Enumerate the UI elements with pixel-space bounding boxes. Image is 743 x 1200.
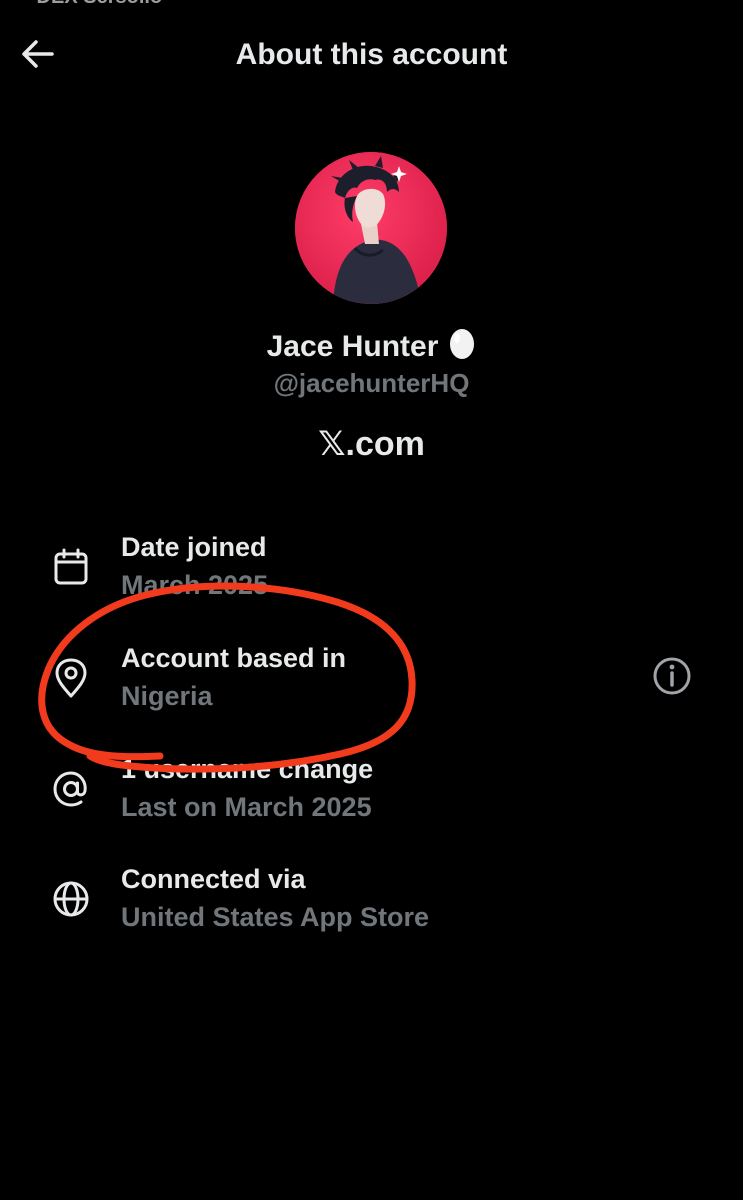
avatar[interactable] [295, 152, 447, 304]
domain-suffix: .com [345, 425, 425, 463]
display-name: Jace Hunter [266, 330, 439, 363]
date-joined-label: Date joined [121, 532, 267, 562]
x-logo-icon: 𝕏 [318, 425, 346, 463]
domain-link[interactable]: 𝕏.com [0, 424, 743, 464]
egg-icon [448, 326, 476, 368]
account-based-in-label: Account based in [121, 643, 347, 673]
calendar-icon [46, 542, 96, 592]
info-button[interactable] [650, 656, 694, 700]
username-change-value: Last on March 2025 [121, 792, 372, 822]
date-joined-value: March 2025 [121, 570, 269, 600]
at-sign-icon [46, 764, 96, 814]
connected-via-label: Connected via [121, 864, 306, 894]
connected-via-value: United States App Store [121, 902, 430, 932]
account-based-in-value: Nigeria [121, 681, 213, 711]
location-pin-icon [46, 653, 96, 703]
username-change-label: 1 username change [121, 754, 374, 784]
page-title: About this account [235, 38, 508, 71]
info-icon [652, 656, 692, 701]
status-cutoff-text: • DEX Sersolio [24, 0, 162, 9]
display-name-row: Jace Hunter [0, 326, 743, 368]
username-handle: @jacehunterHQ [273, 368, 470, 398]
globe-icon [46, 874, 96, 924]
